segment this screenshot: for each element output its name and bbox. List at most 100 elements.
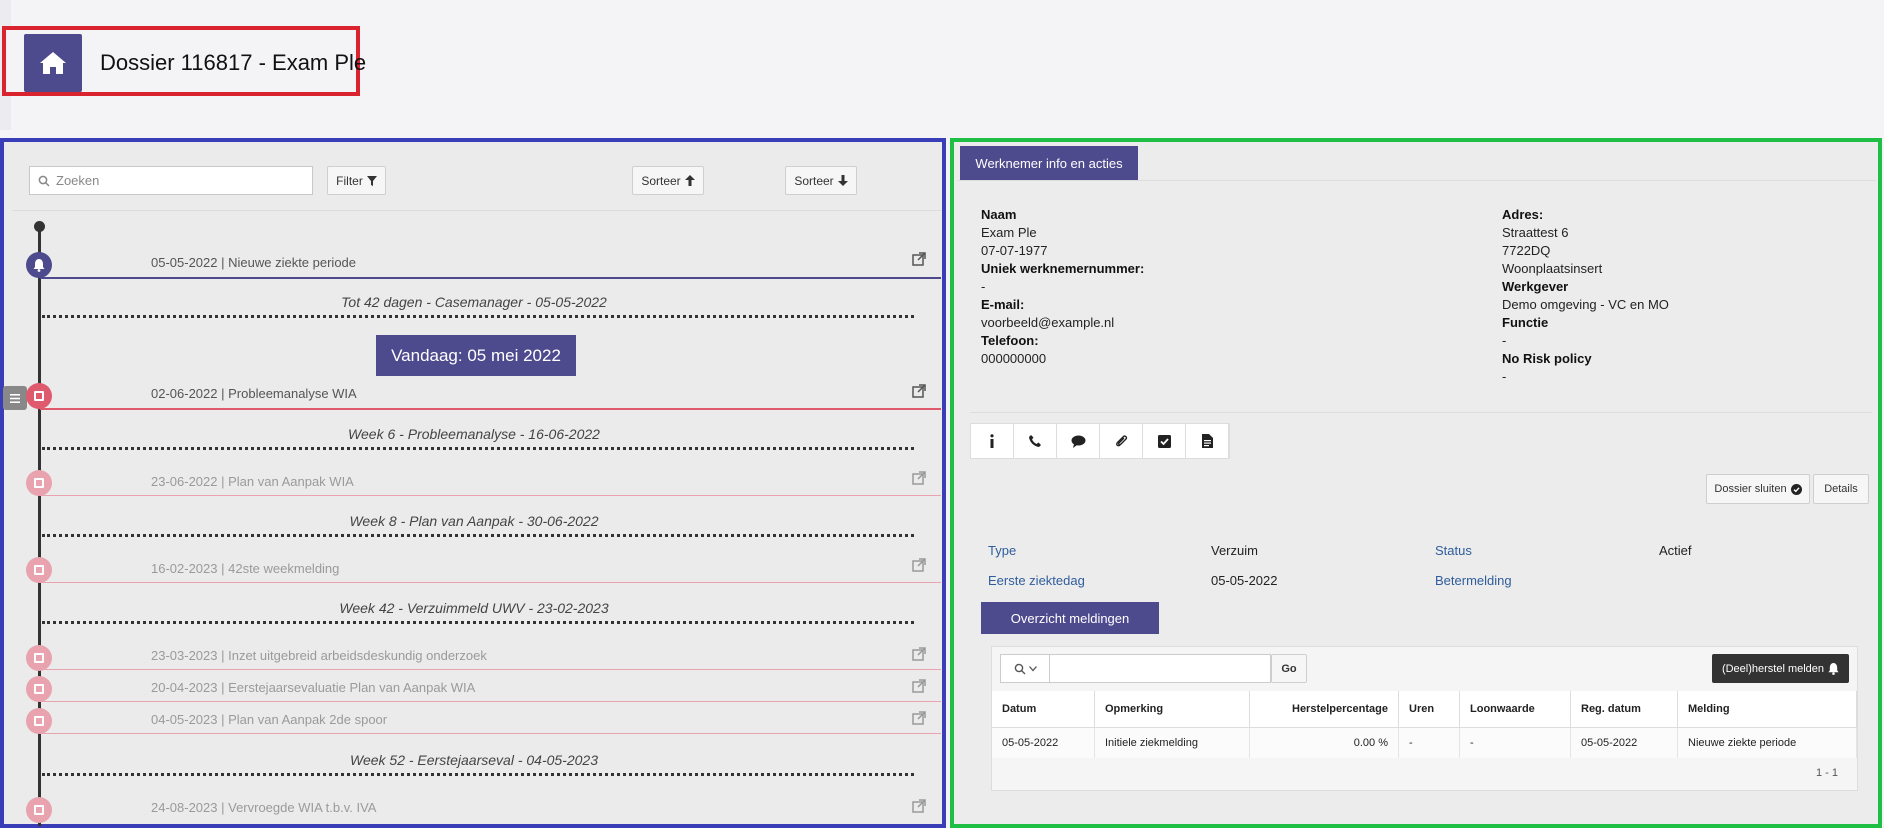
- tab-comments[interactable]: [1057, 424, 1100, 458]
- go-button[interactable]: Go: [1271, 654, 1307, 683]
- check-circle-icon: [1790, 483, 1802, 495]
- timeline-node-bell[interactable]: [26, 252, 52, 278]
- timeline-axis: [38, 228, 41, 826]
- phone-icon: [1029, 435, 1041, 447]
- square-icon: [34, 478, 44, 488]
- timeline-node-task[interactable]: [26, 470, 52, 496]
- page-title: Dossier 116817 - Exam Ple: [100, 50, 367, 75]
- external-link-icon[interactable]: [912, 647, 926, 661]
- column-header-melding[interactable]: Melding: [1677, 691, 1857, 728]
- arrow-up-icon: [684, 175, 695, 186]
- external-link-icon[interactable]: [912, 384, 926, 398]
- paperclip-icon: [1116, 435, 1128, 447]
- timeline-row-underline: [40, 277, 941, 279]
- timeline-row-underline: [40, 408, 941, 410]
- timeline-node-task[interactable]: [26, 557, 52, 583]
- column-header-herstelpercentage[interactable]: Herstelpercentage: [1249, 691, 1399, 728]
- eerste-ziektedag-label: Eerste ziektedag: [988, 573, 1085, 588]
- straat-value: Straattest 6: [1502, 225, 1569, 240]
- phase-divider: [42, 534, 914, 537]
- cell-loonwaarde: -: [1459, 727, 1571, 758]
- norisk-value: -: [1502, 369, 1507, 384]
- today-marker: Vandaag: 05 mei 2022: [376, 335, 576, 376]
- filter-icon: [366, 175, 377, 186]
- cell-datum: 05-05-2022: [992, 727, 1095, 758]
- timeline-node-task[interactable]: [26, 797, 52, 823]
- timeline-item[interactable]: 16-02-2023 | 42ste weekmelding: [151, 561, 339, 576]
- email-value: voorbeeld@example.nl: [981, 315, 1115, 330]
- phase-divider: [42, 315, 914, 318]
- naam-value: Exam Ple: [981, 225, 1037, 240]
- dossier-sluiten-button[interactable]: Dossier sluiten: [1706, 474, 1810, 504]
- timeline-node-task[interactable]: [26, 676, 52, 702]
- timeline-item[interactable]: 23-06-2022 | Plan van Aanpak WIA: [151, 474, 354, 489]
- external-link-icon[interactable]: [912, 799, 926, 813]
- tab-info[interactable]: [971, 424, 1014, 458]
- tab-werknemer-info[interactable]: Werknemer info en acties: [960, 146, 1138, 180]
- arrow-down-icon: [837, 175, 848, 186]
- info-divider: [970, 412, 1872, 413]
- timeline-item[interactable]: 02-06-2022 | Probleemanalyse WIA: [151, 386, 357, 401]
- timeline-item[interactable]: 24-08-2023 | Vervroegde WIA t.b.v. IVA: [151, 800, 376, 815]
- bell-icon: [33, 258, 45, 272]
- tab-overzicht-meldingen[interactable]: Overzicht meldingen: [981, 602, 1159, 634]
- sort-ascending-button[interactable]: Sorteer: [632, 166, 704, 195]
- hamburger-icon: [10, 393, 20, 403]
- sort-descending-button[interactable]: Sorteer: [785, 166, 857, 195]
- norisk-label: No Risk policy: [1502, 351, 1592, 366]
- timeline-item[interactable]: 20-04-2023 | Eerstejaarsevaluatie Plan v…: [151, 680, 475, 695]
- column-header-uren[interactable]: Uren: [1398, 691, 1460, 728]
- grid-search-dropdown[interactable]: [1000, 654, 1050, 683]
- timeline-panel: [0, 138, 946, 828]
- tab-tasks[interactable]: [1143, 424, 1186, 458]
- telefoon-label: Telefoon:: [981, 333, 1039, 348]
- chevron-down-icon: [1028, 665, 1037, 671]
- email-label: E-mail:: [981, 297, 1025, 312]
- werkgever-label: Werkgever: [1502, 279, 1569, 294]
- phase-label: Week 42 - Verzuimmeld UWV - 23-02-2023: [339, 600, 609, 616]
- grid-search-input[interactable]: [1050, 654, 1271, 683]
- square-icon: [34, 391, 44, 401]
- timeline-item[interactable]: 04-05-2023 | Plan van Aanpak 2de spoor: [151, 712, 387, 727]
- tab-attachments[interactable]: [1100, 424, 1143, 458]
- external-link-icon[interactable]: [912, 711, 926, 725]
- cell-uren: -: [1398, 727, 1460, 758]
- tab-bar-divider: [958, 180, 1876, 181]
- status-value: Actief: [1659, 543, 1692, 558]
- timeline-node-task[interactable]: [26, 383, 52, 409]
- timeline-start-dot: [34, 221, 45, 232]
- herstel-melden-button[interactable]: (Deel)herstel melden: [1712, 654, 1849, 683]
- column-header-reg-datum[interactable]: Reg. datum: [1570, 691, 1678, 728]
- column-header-datum[interactable]: Datum: [992, 691, 1095, 728]
- column-header-opmerking[interactable]: Opmerking: [1094, 691, 1250, 728]
- home-icon: [40, 52, 66, 74]
- menu-handle[interactable]: [3, 386, 27, 410]
- phase-label: Tot 42 dagen - Casemanager - 05-05-2022: [341, 294, 607, 310]
- tab-documents[interactable]: [1186, 424, 1229, 458]
- external-link-icon[interactable]: [912, 679, 926, 693]
- filter-button[interactable]: Filter: [327, 166, 386, 195]
- timeline-item[interactable]: 23-03-2023 | Inzet uitgebreid arbeidsdes…: [151, 648, 487, 663]
- column-header-loonwaarde[interactable]: Loonwaarde: [1459, 691, 1571, 728]
- tab-phone[interactable]: [1014, 424, 1057, 458]
- functie-label: Functie: [1502, 315, 1549, 330]
- timeline-node-task[interactable]: [26, 645, 52, 671]
- external-link-icon[interactable]: [912, 252, 926, 266]
- document-icon: [1201, 434, 1213, 448]
- timeline-row-underline: [40, 701, 941, 702]
- table-row[interactable]: 05-05-2022 Initiele ziekmelding 0.00 % -…: [992, 727, 1857, 758]
- grid-pager: 1 - 1: [1816, 767, 1839, 779]
- cell-melding: Nieuwe ziekte periode: [1677, 727, 1857, 758]
- timeline-search-input[interactable]: Zoeken: [29, 166, 313, 195]
- naam-label: Naam: [981, 207, 1017, 222]
- details-button[interactable]: Details: [1813, 474, 1869, 504]
- square-icon: [34, 653, 44, 663]
- home-button[interactable]: [24, 34, 82, 92]
- external-link-icon[interactable]: [912, 558, 926, 572]
- phase-label: Week 52 - Eerstejaarseval - 04-05-2023: [350, 752, 598, 768]
- plaats-value: Woonplaatsinsert: [1502, 261, 1603, 276]
- timeline-item[interactable]: 05-05-2022 | Nieuwe ziekte periode: [151, 255, 356, 270]
- timeline-node-task[interactable]: [26, 708, 52, 734]
- external-link-icon[interactable]: [912, 471, 926, 485]
- status-label: Status: [1435, 543, 1472, 558]
